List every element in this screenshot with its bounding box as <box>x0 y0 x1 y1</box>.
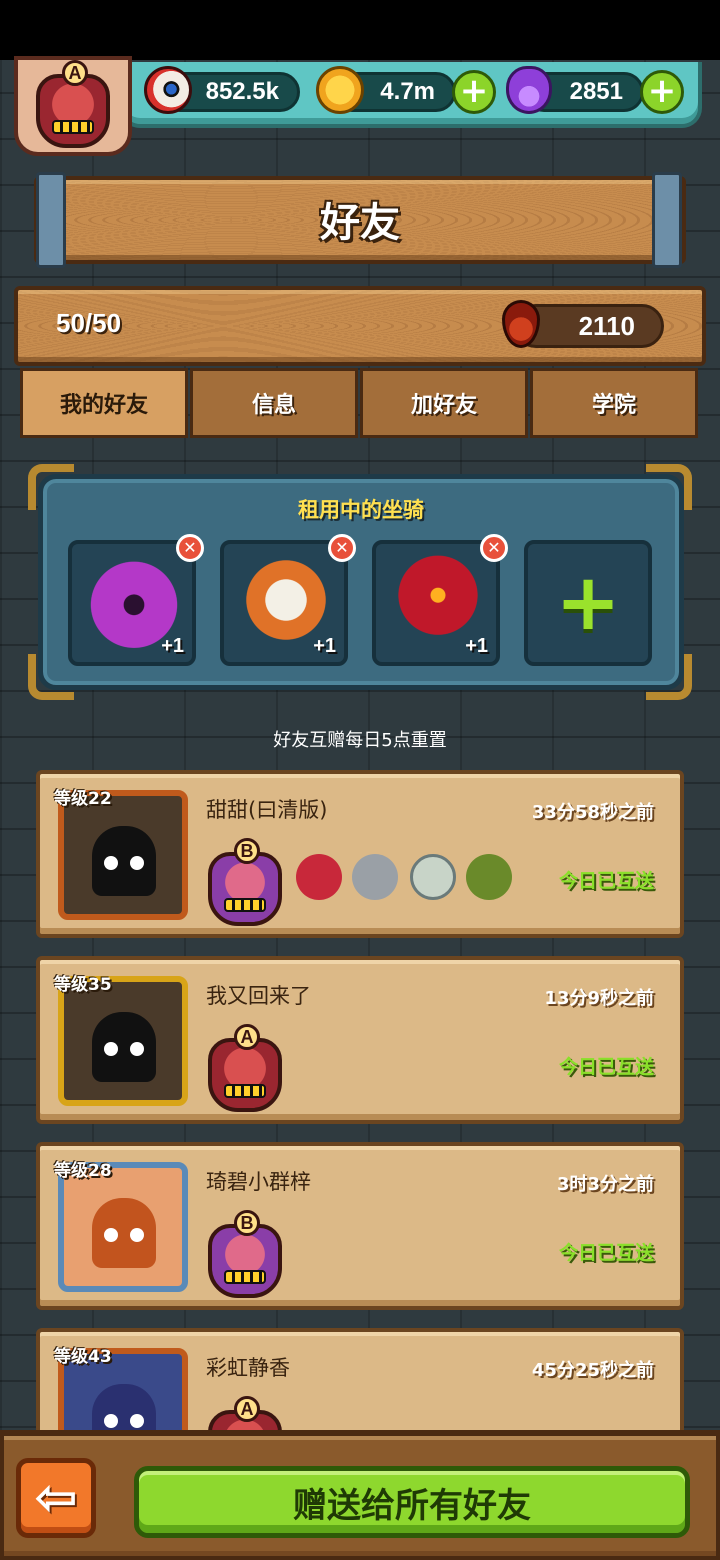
back-arrow-button[interactable]: ⇦ <box>16 1458 96 1538</box>
friend-name: 彩虹静香 <box>206 1356 290 1380</box>
player-rank-badge: A <box>36 60 110 148</box>
friend-portrait <box>58 976 188 1106</box>
coins-value: 4.7m <box>380 78 435 105</box>
glass-orb-icon <box>410 854 456 900</box>
player-rank-letter: A <box>62 60 88 86</box>
friend-rank-letter: B <box>234 838 260 864</box>
badge-teeth <box>224 898 266 912</box>
tree-icon <box>466 854 512 900</box>
add-mount-slot[interactable]: + <box>524 540 652 666</box>
remove-mount-3-button[interactable]: ✕ <box>480 534 508 562</box>
friend-name: 琦碧小群梓 <box>206 1170 311 1194</box>
friend-card[interactable]: 等级35 我又回来了 13分9秒之前 A 今日已互送 <box>36 956 684 1124</box>
back-arrow-icon: ⇦ <box>34 1468 78 1528</box>
eyes-value: 852.5k <box>205 78 279 105</box>
friend-last-seen: 33分58秒之前 <box>531 802 654 823</box>
mount-slot-2[interactable]: +1 ✕ <box>220 534 356 666</box>
friend-rank-letter: A <box>234 1024 260 1050</box>
pufferfish-icon <box>352 854 398 900</box>
character-face-icon <box>92 826 156 896</box>
friend-portrait <box>58 790 188 920</box>
mount-bonus: +1 <box>313 635 336 657</box>
friend-level: 等级22 <box>54 789 112 809</box>
rose-mount-icon <box>390 552 486 648</box>
tab-messages[interactable]: 信息 <box>190 368 358 438</box>
panel-corner-br <box>646 654 692 700</box>
friend-last-seen: 3时3分之前 <box>556 1174 654 1195</box>
throne-icon <box>296 854 342 900</box>
friend-last-seen: 45分25秒之前 <box>531 1360 654 1381</box>
badge-teeth <box>224 1270 266 1284</box>
panel-corner-bl <box>28 654 74 700</box>
tab-academy[interactable]: 学院 <box>530 368 698 438</box>
lion-dance-mount-icon <box>238 552 334 648</box>
potions-value: 2851 <box>569 78 623 105</box>
mounts-title: 租用中的坐骑 <box>298 498 424 522</box>
mount-slot-3[interactable]: +1 ✕ <box>372 534 508 666</box>
coin-icon <box>316 66 364 114</box>
gift-status: 今日已互送 <box>558 870 654 892</box>
gift-status: 今日已互送 <box>558 1242 654 1264</box>
friend-tabs: 我的好友 信息 加好友 学院 <box>20 368 700 438</box>
mount-bonus: +1 <box>161 635 184 657</box>
friend-level: 等级43 <box>54 1347 112 1367</box>
remove-mount-1-button[interactable]: ✕ <box>176 534 204 562</box>
purple-monster-mount-icon <box>86 552 182 648</box>
friend-rank-letter: A <box>234 1396 260 1422</box>
character-face-icon <box>92 1198 156 1268</box>
friend-name: 我又回来了 <box>206 984 311 1008</box>
friend-level: 等级35 <box>54 975 112 995</box>
status-bar <box>0 0 720 60</box>
gift-status: 今日已互送 <box>558 1056 654 1078</box>
gift-all-friends-button[interactable]: 赠送给所有好友 <box>134 1466 690 1538</box>
mount-bonus: +1 <box>465 635 488 657</box>
friend-rank-letter: B <box>234 1210 260 1236</box>
player-avatar[interactable]: A <box>14 56 132 156</box>
tab-my-friends[interactable]: 我的好友 <box>20 368 188 438</box>
page-title: 好友 <box>320 200 400 246</box>
friend-last-seen: 13分9秒之前 <box>544 988 654 1009</box>
friend-card[interactable]: 等级28 琦碧小群梓 3时3分之前 B 今日已互送 <box>36 1142 684 1310</box>
friend-rank-badge: A <box>208 1024 282 1112</box>
add-coins-button[interactable]: + <box>452 70 496 114</box>
friend-card[interactable]: 等级22 甜甜(曰清版) 33分58秒之前 B 今日已互送 <box>36 770 684 938</box>
eyeball-icon <box>144 66 192 114</box>
gift-reset-note: 好友互赠每日5点重置 <box>273 730 447 751</box>
friend-level: 等级28 <box>54 1161 112 1181</box>
badge-teeth <box>52 120 94 134</box>
potion-icon <box>506 66 552 114</box>
friend-rank-badge: B <box>208 1210 282 1298</box>
remove-mount-2-button[interactable]: ✕ <box>328 534 356 562</box>
add-potions-button[interactable]: + <box>640 70 684 114</box>
friend-portrait <box>58 1162 188 1292</box>
blood-value: 2110 <box>578 310 635 341</box>
tab-add-friend[interactable]: 加好友 <box>360 368 528 438</box>
plus-icon: + <box>555 558 621 648</box>
friend-rank-badge: B <box>208 838 282 926</box>
badge-teeth <box>224 1084 266 1098</box>
character-face-icon <box>92 1012 156 1082</box>
friend-count: 50/50 <box>56 308 122 338</box>
friend-name: 甜甜(曰清版) <box>206 798 328 822</box>
mount-slot-1[interactable]: +1 ✕ <box>68 534 204 666</box>
